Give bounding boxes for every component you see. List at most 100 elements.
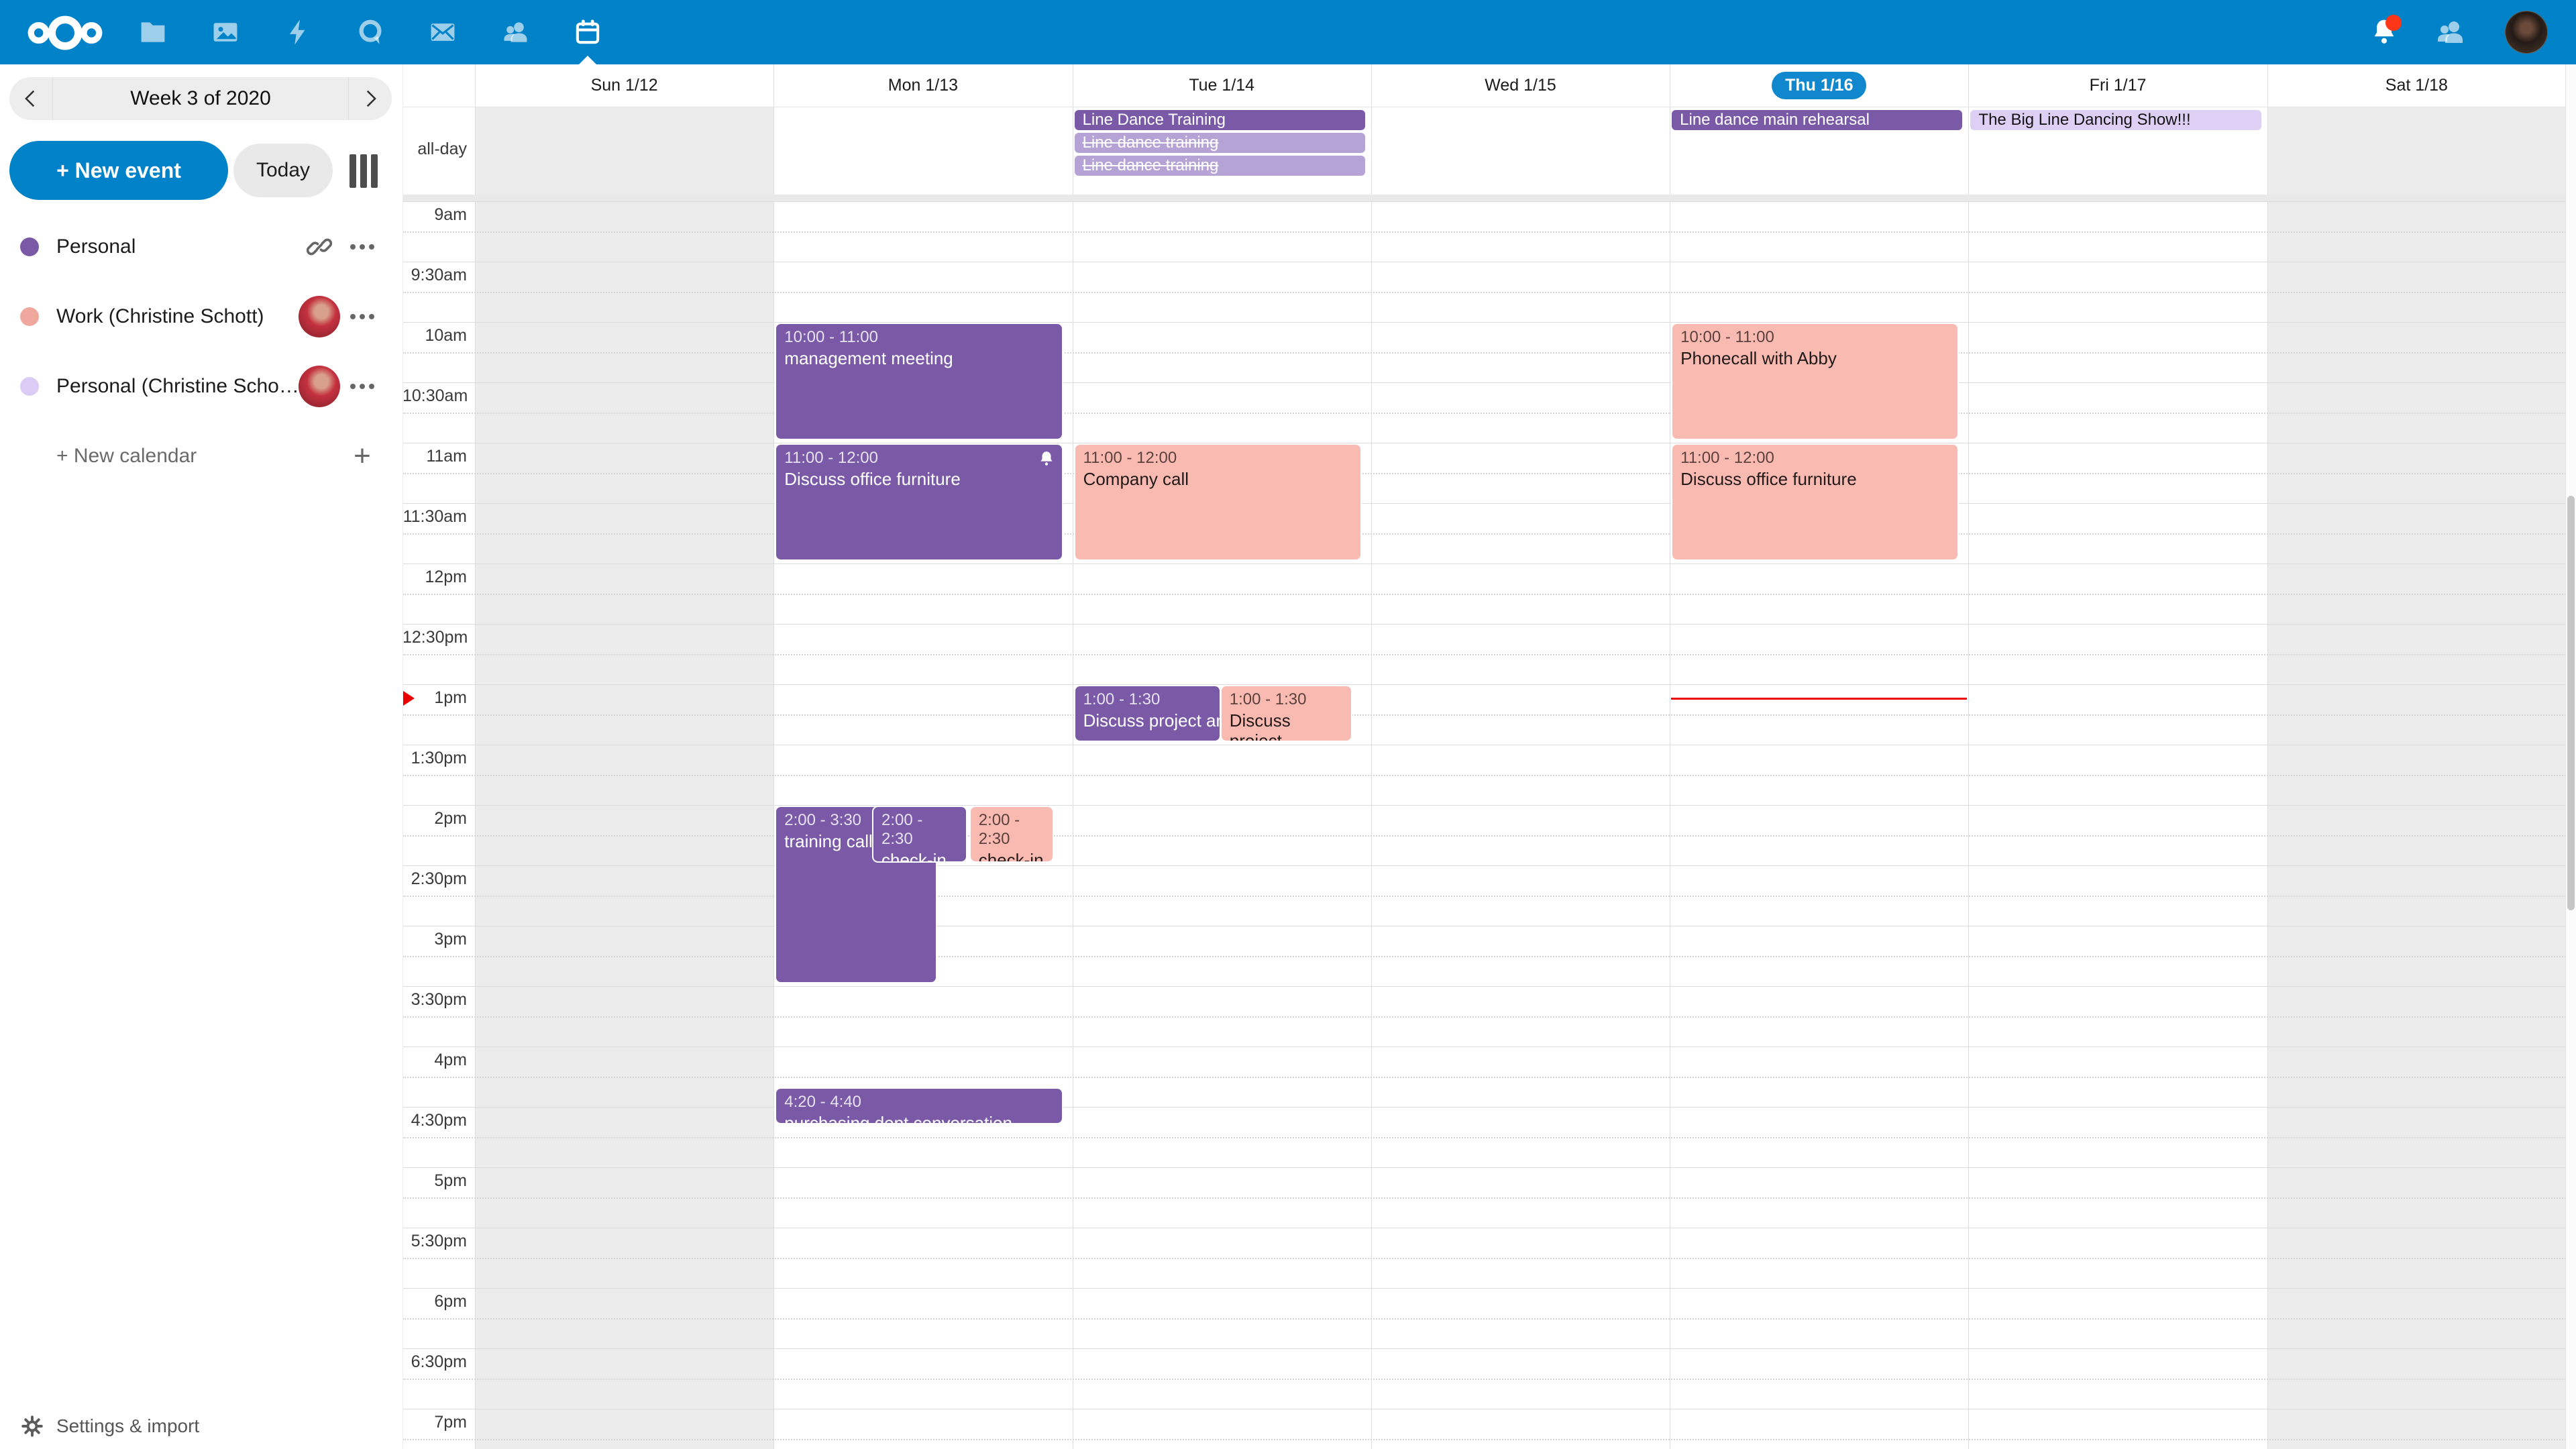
time-label: 10:30am — [402, 386, 467, 406]
sidebar-calendar-item[interactable]: Personal (Christine Scho… — [0, 352, 402, 421]
alarm-bell-icon — [1038, 450, 1055, 468]
quarter-slot-line — [402, 835, 2566, 837]
event[interactable]: 2:00 - 2:30check-in — [969, 806, 1054, 863]
app-photos-icon[interactable] — [211, 0, 240, 64]
app-mail-icon[interactable] — [428, 0, 458, 64]
time-label: 9am — [402, 205, 467, 225]
topbar-right — [2369, 0, 2576, 64]
app-calendar-icon[interactable] — [573, 0, 602, 64]
quarter-slot-line — [402, 1258, 2566, 1259]
app-files-icon[interactable] — [138, 0, 168, 64]
event[interactable]: 10:00 - 11:00Phonecall with Abby — [1671, 323, 1959, 440]
top-bar — [0, 0, 2576, 64]
event-time: 4:20 - 4:40 — [784, 1093, 1053, 1112]
day-header[interactable]: Sat 1/18 — [2267, 64, 2566, 107]
quarter-slot-line — [402, 775, 2566, 776]
new-calendar-label: + New calendar — [56, 445, 341, 468]
app-talk-icon[interactable] — [356, 0, 385, 64]
quarter-slot-line — [402, 1318, 2566, 1320]
day-header[interactable]: Thu 1/16 — [1670, 64, 1968, 107]
event-title: Discuss project announcement — [1083, 710, 1212, 731]
event[interactable]: 1:00 - 1:30Discuss project announcement — [1220, 685, 1353, 742]
app-activity-icon[interactable] — [283, 0, 313, 64]
day-header[interactable]: Fri 1/17 — [1968, 64, 2267, 107]
calendar-color-dot — [20, 377, 39, 396]
slot-line — [402, 624, 2566, 625]
event[interactable]: 11:00 - 12:00Discuss office furniture — [775, 443, 1063, 561]
time-label: 11:30am — [402, 507, 467, 527]
event-time: 2:00 - 2:30 — [881, 811, 958, 849]
user-avatar[interactable] — [2505, 11, 2548, 54]
allday-separator — [402, 195, 2566, 201]
new-calendar-button[interactable]: + New calendar+ — [0, 421, 402, 491]
contacts-menu-icon[interactable] — [2434, 16, 2466, 48]
weekend-column-background — [2267, 107, 2566, 1449]
event[interactable]: 11:00 - 12:00Company call — [1074, 443, 1362, 561]
quarter-slot-line — [402, 956, 2566, 957]
slot-line — [402, 1167, 2566, 1168]
slot-line — [402, 322, 2566, 323]
day-header[interactable]: Wed 1/15 — [1371, 64, 1670, 107]
day-header[interactable]: Sun 1/12 — [475, 64, 773, 107]
event-title: Company call — [1083, 469, 1352, 489]
time-label: 6pm — [402, 1292, 467, 1311]
current-time-arrow — [403, 691, 415, 706]
plus-icon: + — [341, 441, 384, 471]
quarter-slot-line — [402, 352, 2566, 354]
event-title: check-in — [881, 850, 958, 863]
event[interactable]: 11:00 - 12:00Discuss office furniture — [1671, 443, 1959, 561]
next-week-button[interactable] — [349, 77, 392, 120]
quarter-slot-line — [402, 654, 2566, 655]
allday-event[interactable]: Line dance main rehearsal — [1672, 110, 1962, 130]
allday-event[interactable]: Line dance training — [1075, 133, 1365, 153]
today-button[interactable]: Today — [233, 144, 333, 197]
event-time: 11:00 - 12:00 — [1083, 449, 1352, 468]
day-header[interactable]: Tue 1/14 — [1073, 64, 1371, 107]
event-time: 11:00 - 12:00 — [1680, 449, 1949, 468]
week-navigation: Week 3 of 2020 — [9, 77, 392, 120]
view-switcher-button[interactable] — [350, 154, 378, 188]
previous-week-button[interactable] — [9, 77, 52, 120]
time-label: 4pm — [402, 1051, 467, 1070]
event-title: Discuss office furniture — [1680, 469, 1949, 489]
nextcloud-logo[interactable] — [25, 13, 105, 56]
time-label: 3pm — [402, 930, 467, 949]
sidebar-calendar-item[interactable]: Personal — [0, 212, 402, 282]
event-title: Discuss project announcement — [1230, 710, 1344, 742]
shared-by-avatar — [298, 296, 341, 337]
time-label: 12pm — [402, 568, 467, 587]
sidebar: Week 3 of 2020 + New event Today Persona… — [0, 64, 403, 1449]
event-title: purchasing dept conversation — [784, 1113, 1053, 1124]
calendar-actions-menu[interactable] — [341, 384, 384, 389]
quarter-slot-line — [402, 896, 2566, 897]
column-border — [1968, 64, 1969, 1449]
event-title: Discuss office furniture — [784, 469, 1053, 489]
slot-line — [402, 1288, 2566, 1289]
event-time: 10:00 - 11:00 — [784, 328, 1053, 347]
allday-event[interactable]: Line dance training — [1075, 156, 1365, 176]
notifications-bell-icon[interactable] — [2369, 17, 2399, 47]
event[interactable]: 1:00 - 1:30Discuss project announcement — [1074, 685, 1222, 742]
scrollbar-thumb[interactable] — [2567, 496, 2575, 910]
quarter-slot-line — [402, 1137, 2566, 1138]
event[interactable]: 4:20 - 4:40purchasing dept conversation — [775, 1087, 1063, 1124]
sidebar-calendar-item[interactable]: Work (Christine Schott) — [0, 282, 402, 352]
app-contacts-icon[interactable] — [500, 0, 530, 64]
allday-event[interactable]: Line Dance Training — [1075, 110, 1365, 130]
event[interactable]: 10:00 - 11:00management meeting — [775, 323, 1063, 440]
event-title: Phonecall with Abby — [1680, 348, 1949, 368]
week-label[interactable]: Week 3 of 2020 — [52, 77, 349, 120]
time-label: 9:30am — [402, 266, 467, 285]
event[interactable]: 2:00 - 2:30check-in — [872, 806, 967, 863]
calendar-actions-menu[interactable] — [341, 244, 384, 250]
slot-line — [402, 1348, 2566, 1349]
new-event-button[interactable]: + New event — [9, 141, 228, 200]
day-header[interactable]: Mon 1/13 — [773, 64, 1072, 107]
scrollbar-track[interactable] — [2565, 64, 2576, 1449]
calendar-name: Personal — [56, 235, 298, 258]
settings-and-import[interactable]: Settings & import — [20, 1414, 199, 1438]
allday-event[interactable]: The Big Line Dancing Show!!! — [1970, 110, 2261, 130]
quarter-slot-line — [402, 413, 2566, 414]
quarter-slot-line — [402, 1197, 2566, 1199]
calendar-actions-menu[interactable] — [341, 314, 384, 319]
